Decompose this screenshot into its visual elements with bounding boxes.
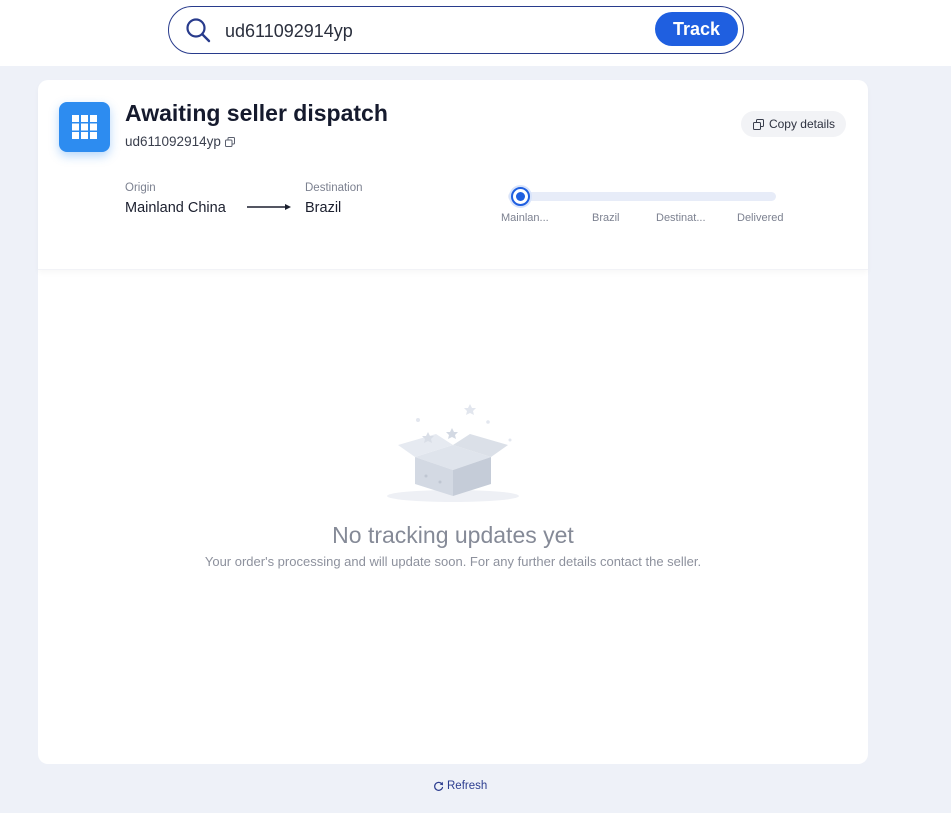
copy-icon — [752, 118, 764, 130]
search-icon[interactable] — [185, 17, 211, 43]
destination-label: Destination — [305, 182, 363, 194]
progress-step-destination: Destinat... — [656, 212, 706, 224]
progress-step-country: Brazil — [592, 212, 620, 224]
progress-track — [508, 192, 776, 201]
refresh-button[interactable]: Refresh — [433, 780, 487, 792]
arrow-right-icon — [247, 204, 291, 210]
track-button[interactable]: Track — [655, 12, 738, 46]
tracking-card: Awaiting seller dispatch ud611092914yp C… — [38, 80, 868, 764]
copy-details-button[interactable]: Copy details — [740, 111, 846, 137]
progress-step-origin: Mainlan... — [501, 212, 549, 224]
parcel-grid-icon — [59, 102, 110, 152]
copy-icon[interactable] — [224, 136, 235, 147]
tracking-search-input[interactable] — [225, 19, 645, 43]
progress-current-dot — [511, 187, 530, 206]
top-bar: Track — [0, 0, 951, 66]
status-title: Awaiting seller dispatch — [125, 100, 388, 126]
origin-label: Origin — [125, 182, 156, 194]
empty-box-icon — [387, 404, 519, 502]
origin-value: Mainland China — [125, 200, 226, 216]
tracking-number: ud611092914yp — [125, 134, 221, 149]
tracking-number-row: ud611092914yp — [125, 134, 235, 149]
refresh-label: Refresh — [447, 780, 488, 792]
copy-details-label: Copy details — [768, 117, 835, 131]
search-bar: Track — [168, 6, 744, 54]
progress-step-delivered: Delivered — [737, 212, 784, 224]
empty-state-title: No tracking updates yet — [332, 522, 574, 548]
shipment-summary: Awaiting seller dispatch ud611092914yp C… — [38, 80, 868, 270]
destination-value: Brazil — [305, 200, 342, 216]
empty-state-description: Your order's processing and will update … — [204, 554, 702, 569]
refresh-icon — [434, 781, 444, 791]
